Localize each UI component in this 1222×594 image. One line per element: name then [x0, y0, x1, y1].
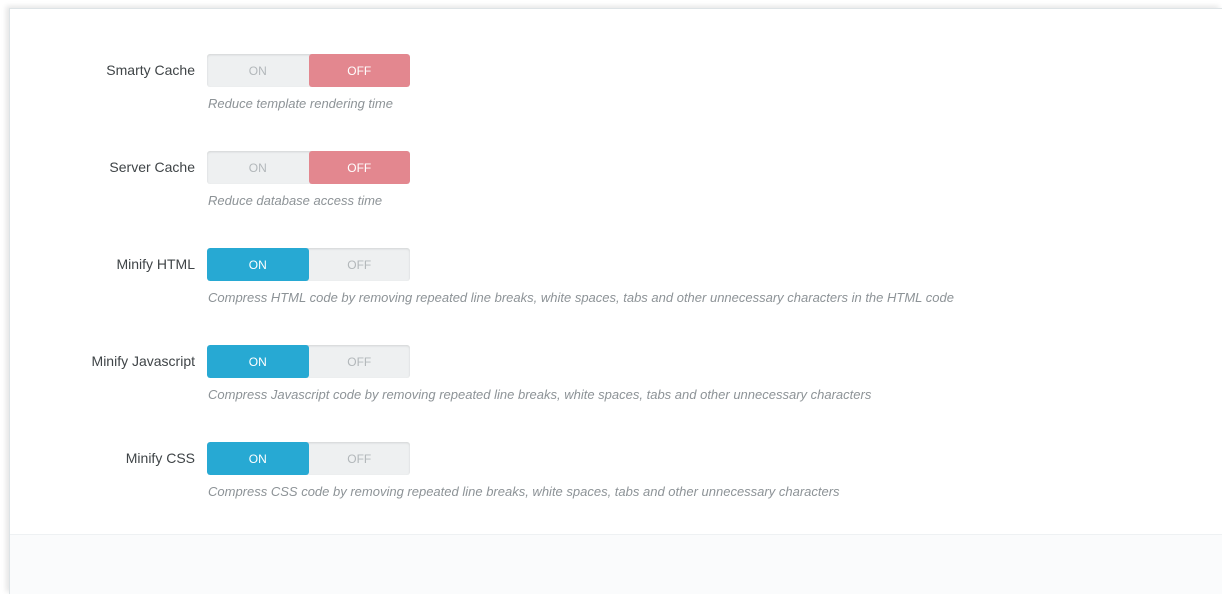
minify-css-on-option[interactable]: ON	[207, 442, 309, 475]
setting-label-minify-html: Minify HTML	[116, 256, 195, 272]
setting-row-minify-javascript: Minify Javascript ON OFF Compress Javasc…	[10, 345, 1210, 415]
smarty-cache-toggle[interactable]: ON OFF	[207, 54, 410, 87]
minify-css-help-text: Compress CSS code by removing repeated l…	[208, 484, 840, 499]
setting-row-minify-css: Minify CSS ON OFF Compress CSS code by r…	[10, 442, 1210, 512]
setting-label-smarty-cache: Smarty Cache	[106, 62, 195, 78]
minify-html-on-option[interactable]: ON	[207, 248, 309, 281]
server-cache-on-option[interactable]: ON	[207, 151, 309, 184]
server-cache-off-option[interactable]: OFF	[308, 151, 410, 184]
minify-javascript-on-option[interactable]: ON	[207, 345, 309, 378]
setting-row-server-cache: Server Cache ON OFF Reduce database acce…	[10, 151, 1210, 221]
minify-html-toggle[interactable]: ON OFF	[207, 248, 410, 281]
setting-row-minify-html: Minify HTML ON OFF Compress HTML code by…	[10, 248, 1210, 318]
minify-css-off-option[interactable]: OFF	[309, 442, 411, 475]
setting-label-server-cache: Server Cache	[109, 159, 195, 175]
minify-javascript-off-option[interactable]: OFF	[309, 345, 411, 378]
setting-label-minify-javascript: Minify Javascript	[91, 353, 195, 369]
setting-row-smarty-cache: Smarty Cache ON OFF Reduce template rend…	[10, 54, 1210, 124]
setting-label-minify-css: Minify CSS	[125, 450, 195, 466]
minify-html-off-option[interactable]: OFF	[309, 248, 411, 281]
settings-panel: Smarty Cache ON OFF Reduce template rend…	[9, 8, 1222, 594]
panel-footer	[10, 534, 1222, 594]
minify-javascript-help-text: Compress Javascript code by removing rep…	[208, 387, 872, 402]
server-cache-help-text: Reduce database access time	[208, 193, 383, 208]
minify-html-help-text: Compress HTML code by removing repeated …	[208, 290, 954, 305]
smarty-cache-on-option[interactable]: ON	[207, 54, 309, 87]
server-cache-toggle[interactable]: ON OFF	[207, 151, 410, 184]
smarty-cache-help-text: Reduce template rendering time	[208, 96, 393, 111]
minify-javascript-toggle[interactable]: ON OFF	[207, 345, 410, 378]
minify-css-toggle[interactable]: ON OFF	[207, 442, 410, 475]
smarty-cache-off-option[interactable]: OFF	[308, 54, 410, 87]
